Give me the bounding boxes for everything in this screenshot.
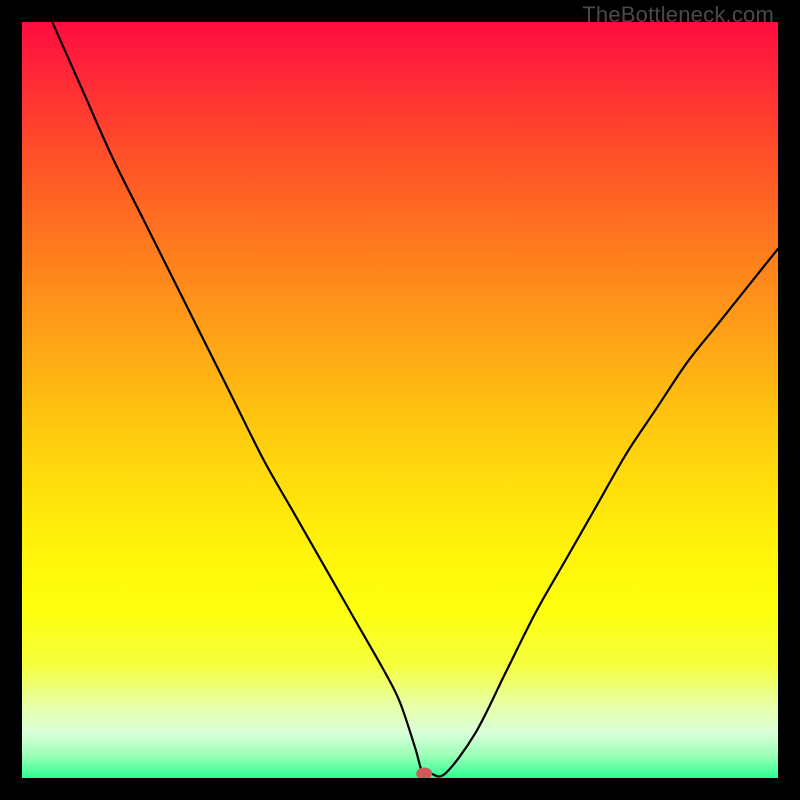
- chart-frame: TheBottleneck.com: [0, 0, 800, 800]
- chart-svg: [22, 22, 778, 778]
- watermark-text: TheBottleneck.com: [582, 2, 774, 28]
- bottleneck-curve: [52, 22, 778, 776]
- bottleneck-marker: [416, 767, 432, 778]
